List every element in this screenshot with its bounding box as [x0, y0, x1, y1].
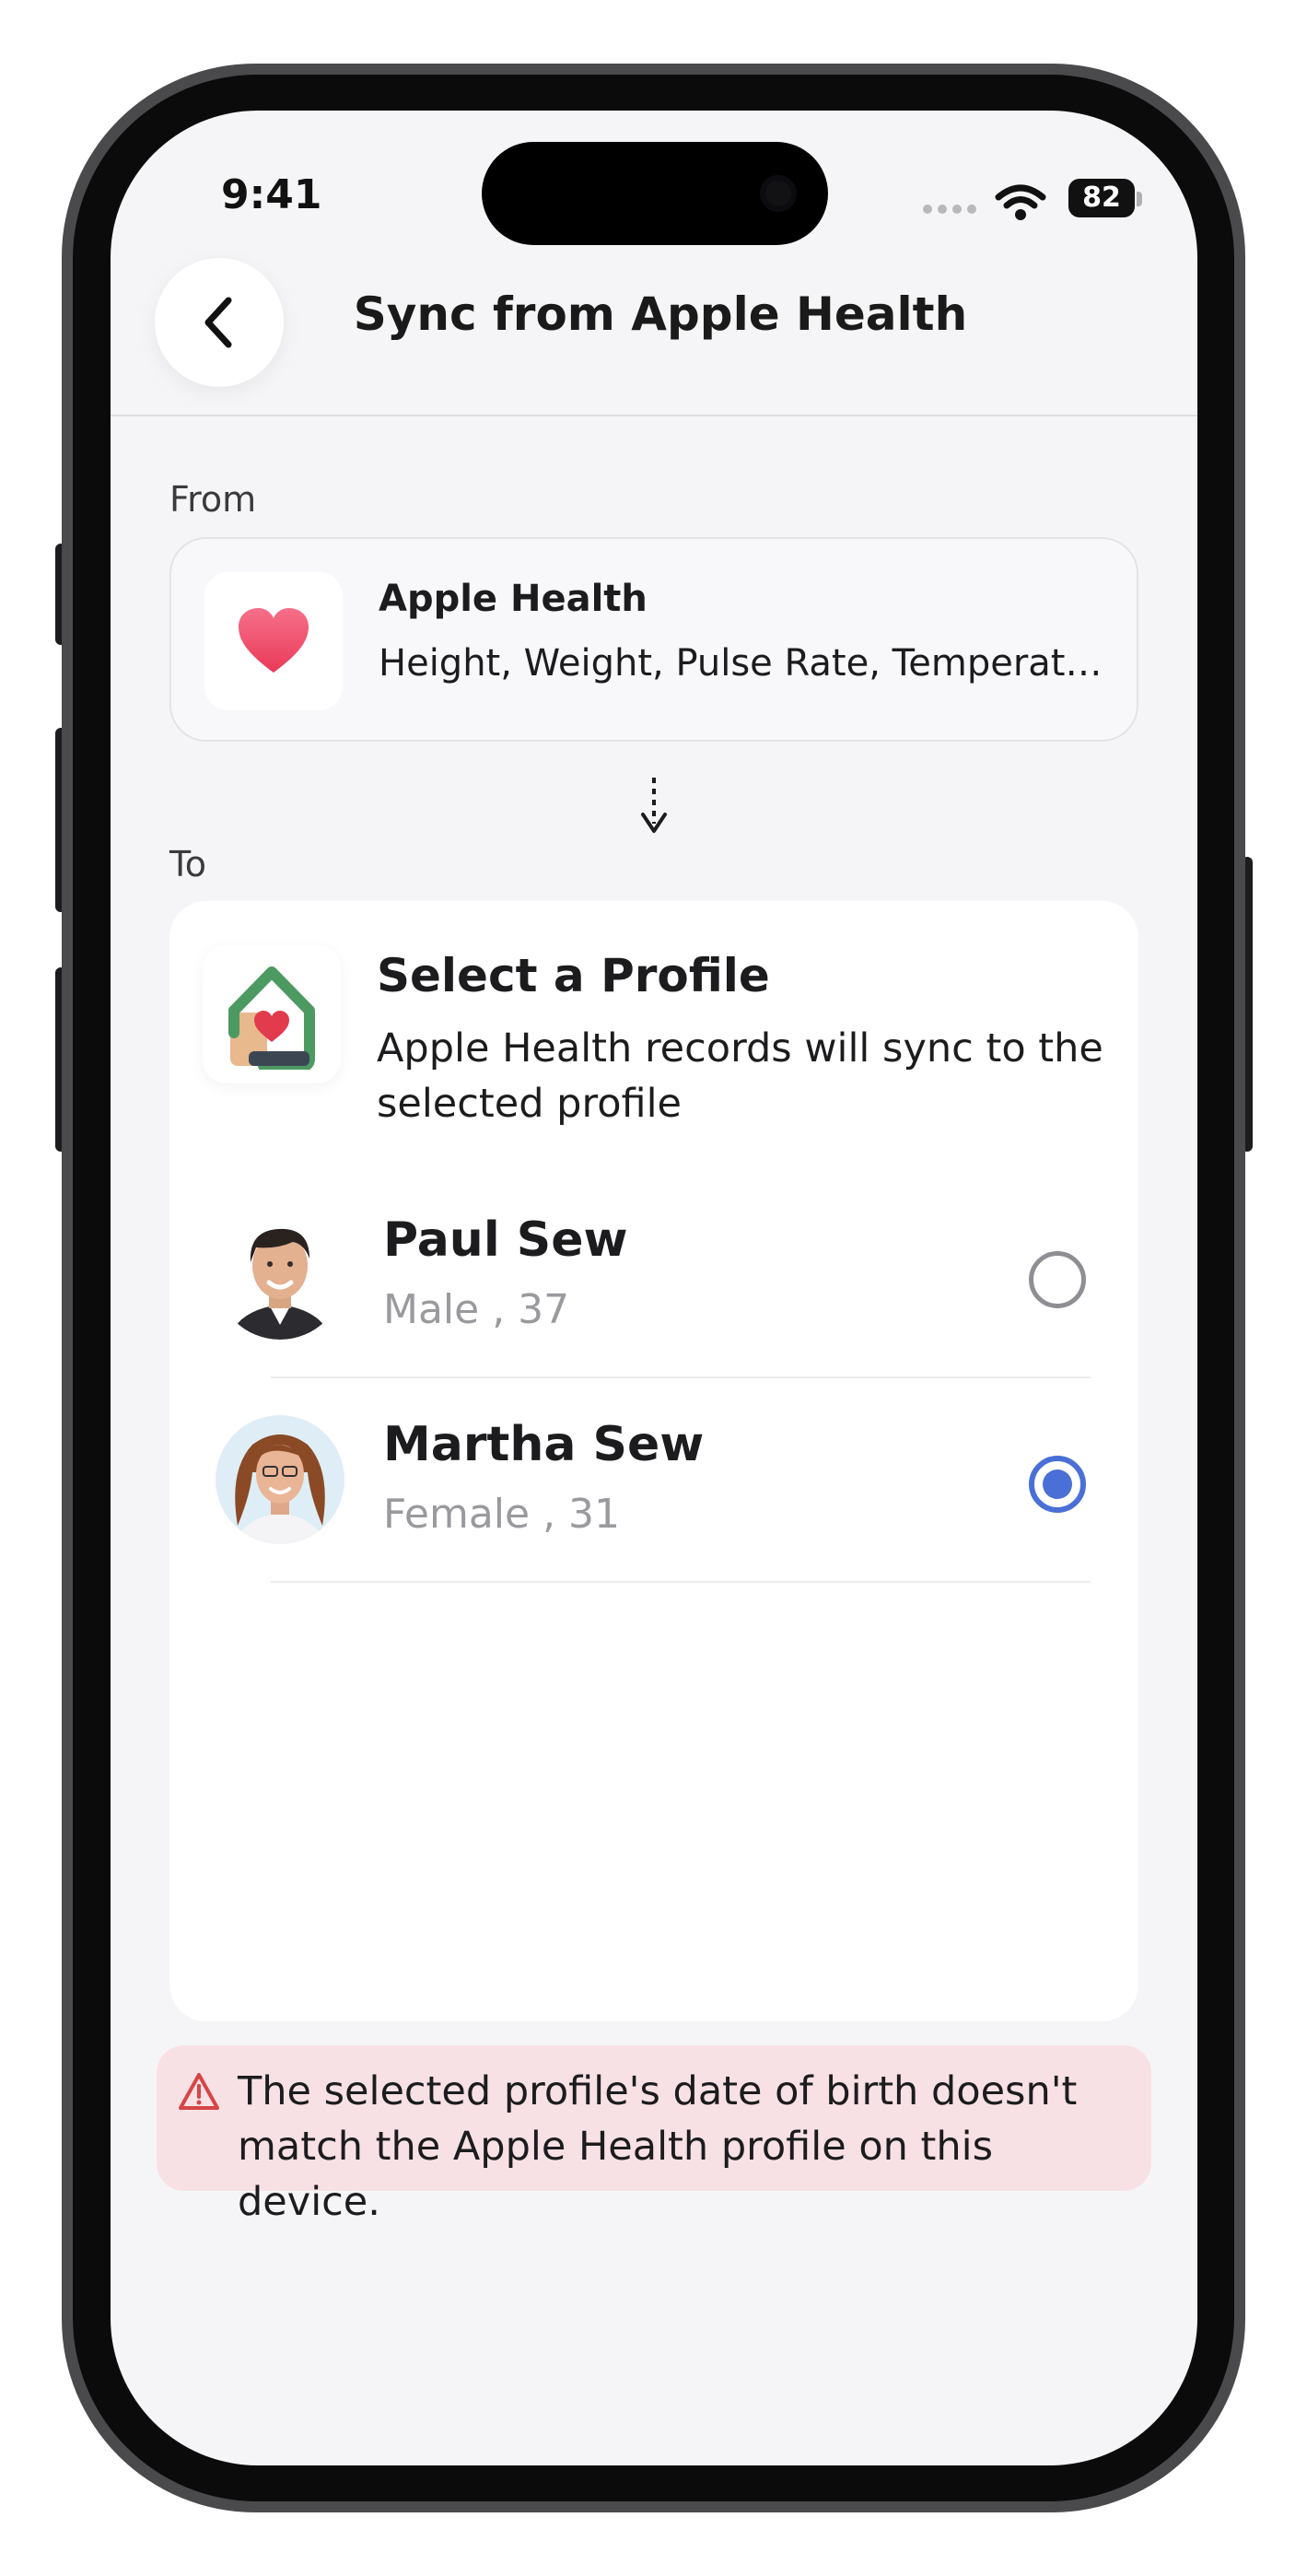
page-title: Sync from Apple Health	[353, 287, 968, 341]
apple-health-app-icon	[204, 572, 343, 710]
avatar	[216, 1211, 344, 1340]
dob-mismatch-warning: The selected profile's date of birth doe…	[157, 2045, 1151, 2225]
profile-radio-button[interactable]	[1029, 1456, 1086, 1513]
man-avatar-icon	[216, 1211, 344, 1340]
select-profile-description: Apple Health records will sync to the se…	[377, 1025, 1103, 1127]
profile-details: Male , 37	[383, 1286, 570, 1333]
profile-name: Martha Sew	[383, 1417, 705, 1472]
source-name: Apple Health	[379, 578, 648, 620]
profile-radio-button[interactable]	[1029, 1251, 1086, 1308]
arrow-down-icon	[641, 778, 667, 833]
profile-row-paul[interactable]: Paul Sew Male , 37	[169, 1174, 1138, 1378]
warning-text: The selected profile's date of birth doe…	[238, 2068, 1078, 2225]
source-data-types: Height, Weight, Pulse Rate, Temperature,…	[379, 642, 1115, 685]
source-card: Apple Health Height, Weight, Pulse Rate,…	[169, 537, 1138, 742]
woman-avatar-icon	[216, 1415, 344, 1544]
camera-icon	[760, 175, 797, 212]
avatar	[216, 1415, 344, 1544]
battery-indicator: 82	[1068, 179, 1135, 217]
warning-triangle-icon	[179, 2073, 219, 2110]
status-time: 9:41	[221, 171, 322, 218]
from-label: From	[169, 479, 257, 520]
battery-tip	[1137, 192, 1142, 206]
profile-details: Female , 31	[383, 1491, 621, 1538]
app-screen: 9:41 82 Sync from Apple Health From Appl…	[111, 111, 1197, 2465]
wifi-icon	[995, 184, 1046, 220]
header-divider	[111, 415, 1197, 416]
to-label: To	[169, 844, 207, 884]
row-divider	[271, 1581, 1091, 1583]
family-health-app-icon	[203, 945, 341, 1083]
profile-name: Paul Sew	[383, 1212, 628, 1268]
cellular-signal-icon	[923, 205, 976, 214]
profile-select-card: Select a Profile Apple Health records wi…	[169, 901, 1138, 2021]
profile-row-martha[interactable]: Martha Sew Female , 31	[169, 1378, 1138, 1583]
heart-icon	[239, 608, 309, 673]
dynamic-island	[482, 142, 828, 245]
select-profile-heading: Select a Profile	[377, 949, 770, 1002]
house-heart-icon	[228, 966, 315, 1070]
